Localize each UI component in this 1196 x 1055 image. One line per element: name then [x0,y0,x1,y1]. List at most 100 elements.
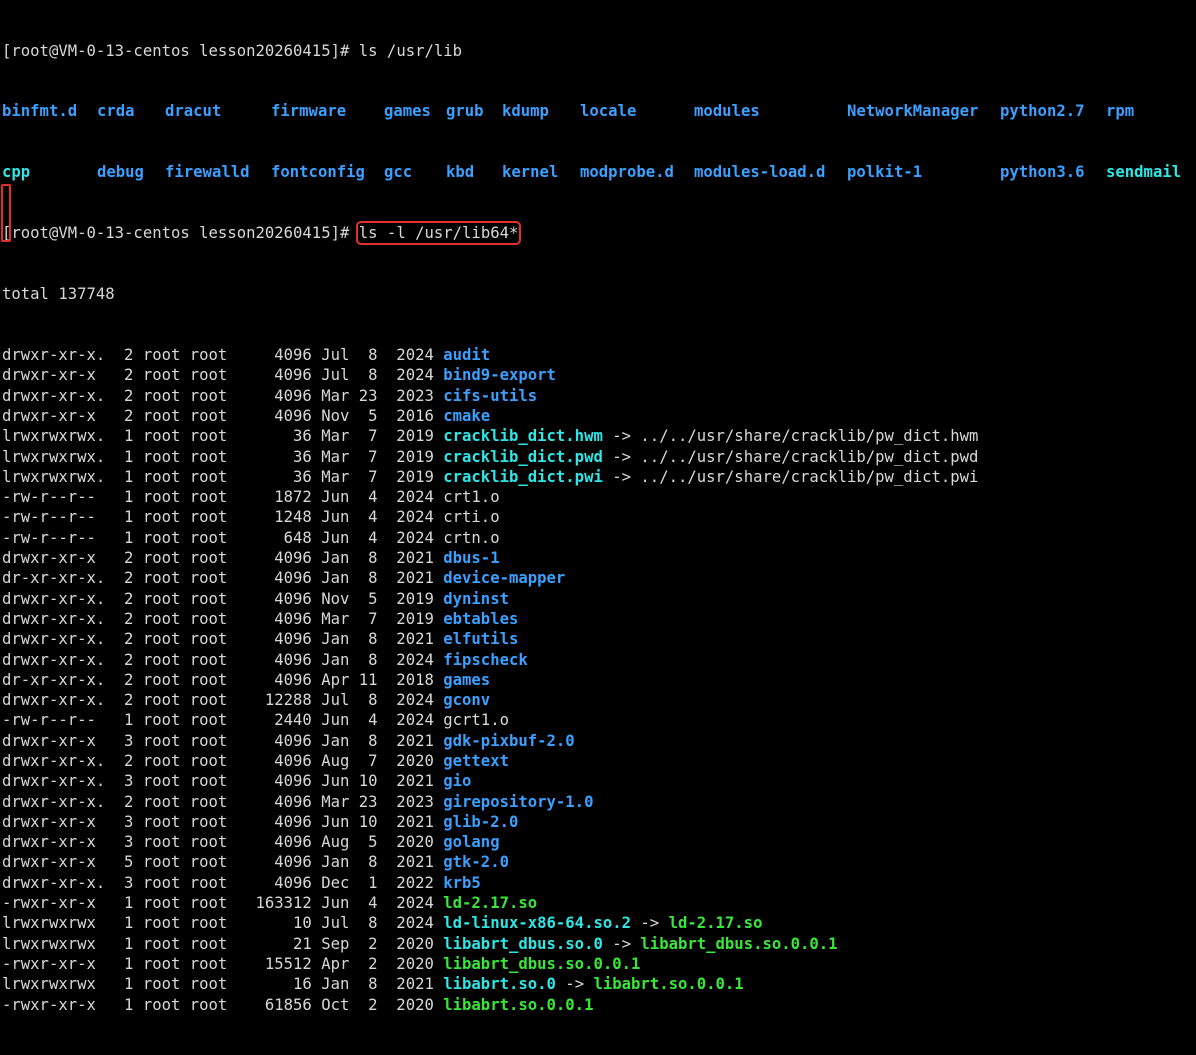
file-metadata: drwxr-xr-x. 2 root root 12288 Jul 8 2024 [2,691,444,710]
file-name: crti.o [443,508,500,527]
file-name: libabrt_dbus.so.0.0.1 [443,954,641,973]
file-metadata: drwxr-xr-x 2 root root 4096 Nov 5 2016 [2,406,444,425]
file-metadata: -rw-r--r-- 1 root root 648 Jun 4 2024 [2,528,444,547]
ls-entry: firewalld [165,163,250,182]
symlink-type-highlight [1,184,11,242]
symlink-target: ld-2.17.so [668,914,763,933]
ls-entry: games [384,102,431,121]
file-metadata: lrwxrwxrwx 1 root root 16 Jan 8 2021 [2,975,444,994]
listing-row: drwxr-xr-x. 2 root root 4096 Jul 8 2024 … [2,345,1196,365]
file-metadata: lrwxrwxrwx. 1 root root 36 Mar 7 2019 [2,467,444,486]
file-name: device-mapper [443,569,566,588]
prompt-line-1: [root@VM-0-13-centos lesson20260415]# ls… [2,41,1196,61]
shell-prompt: [root@VM-0-13-centos lesson20260415]# [2,41,359,60]
ls-entry: cpp [2,163,31,182]
ls-entry: python2.7 [1000,102,1085,121]
listing-row: drwxr-xr-x 3 root root 4096 Aug 5 2020 g… [2,832,1196,852]
ls-output-row: binfmt.d crda dracut firmware games grub kdump… [2,101,1196,121]
listing-row: drwxr-xr-x. 2 root root 4096 Mar 7 2019 … [2,609,1196,629]
file-metadata: -rwxr-xr-x 1 root root 61856 Oct 2 2020 [2,995,444,1014]
listing-row: -rw-r--r-- 1 root root 2440 Jun 4 2024 g… [2,710,1196,730]
listing-row: -rw-r--r-- 1 root root 1872 Jun 4 2024 c… [2,487,1196,507]
file-name: gcrt1.o [443,711,509,730]
ls-output-row: cpp debug firewalld fontconfig gcc kbd kernel m… [2,162,1196,182]
listing-row: drwxr-xr-x 2 root root 4096 Jan 8 2021 d… [2,548,1196,568]
symlink-arrow: -> [602,447,641,466]
file-name: fipscheck [443,650,528,669]
symlink-arrow: -> [602,427,641,446]
file-name: ld-linux-x86-64.so.2 [443,914,632,933]
prompt-line-2: [root@VM-0-13-centos lesson20260415]# ls… [2,221,1196,246]
ls-entry: modules [694,102,760,121]
ls-entry: kernel [502,163,559,182]
file-metadata: drwxr-xr-x. 2 root root 4096 Jan 8 2021 [2,630,444,649]
file-name: golang [443,833,500,852]
file-metadata: lrwxrwxrwx. 1 root root 36 Mar 7 2019 [2,427,444,446]
ls-entry: grub [446,102,484,121]
file-metadata: -rw-r--r-- 1 root root 2440 Jun 4 2024 [2,711,444,730]
file-metadata: dr-xr-xr-x. 2 root root 4096 Apr 11 2018 [2,670,444,689]
file-metadata: -rw-r--r-- 1 root root 1872 Jun 4 2024 [2,488,444,507]
listing-row: drwxr-xr-x. 2 root root 4096 Nov 5 2019 … [2,589,1196,609]
file-name: gconv [443,691,491,710]
file-metadata: drwxr-xr-x 5 root root 4096 Jan 8 2021 [2,853,444,872]
listing-row: lrwxrwxrwx. 1 root root 36 Mar 7 2019 cr… [2,447,1196,467]
highlighted-command: ls -l /usr/lib64* [355,221,522,246]
ls-entry: dracut [165,102,222,121]
ls-entry: modprobe.d [580,163,674,182]
listing-row: drwxr-xr-x. 3 root root 4096 Jun 10 2021… [2,771,1196,791]
file-metadata: dr-xr-xr-x. 2 root root 4096 Jan 8 2021 [2,569,444,588]
file-metadata: drwxr-xr-x. 2 root root 4096 Mar 7 2019 [2,609,444,628]
total-line: total 137748 [2,285,115,304]
listing-row: lrwxrwxrwx. 1 root root 36 Mar 7 2019 cr… [2,467,1196,487]
ls-entry: fontconfig [271,163,365,182]
file-metadata: drwxr-xr-x. 2 root root 4096 Jan 8 2024 [2,650,444,669]
listing-row: drwxr-xr-x 2 root root 4096 Jul 8 2024 b… [2,365,1196,385]
file-metadata: drwxr-xr-x. 2 root root 4096 Aug 7 2020 [2,751,444,770]
file-name: glib-2.0 [443,812,519,831]
file-metadata: drwxr-xr-x. 2 root root 4096 Mar 23 2023 [2,792,444,811]
ls-entry: rpm [1106,102,1135,121]
listing-row: drwxr-xr-x. 2 root root 4096 Mar 23 2023… [2,792,1196,812]
file-name: gdk-pixbuf-2.0 [443,731,575,750]
ls-entry: crda [97,102,135,121]
ls-entry: modules-load.d [694,163,826,182]
ls-entry: sendmail [1106,163,1182,182]
listing-row: drwxr-xr-x. 2 root root 4096 Aug 7 2020 … [2,751,1196,771]
symlink-target: ../../usr/share/cracklib/pw_dict.pwi [640,467,979,486]
ls-entry: NetworkManager [847,102,979,121]
listing-row: dr-xr-xr-x. 2 root root 4096 Apr 11 2018… [2,670,1196,690]
symlink-target: libabrt_dbus.so.0.0.1 [640,934,838,953]
file-name: bind9-export [443,366,556,385]
symlink-arrow: -> [631,914,669,933]
file-name: libabrt.so.0 [443,975,556,994]
file-metadata: -rwxr-xr-x 1 root root 163312 Jun 4 2024 [2,894,444,913]
file-metadata: drwxr-xr-x 3 root root 4096 Jun 10 2021 [2,812,444,831]
file-metadata: drwxr-xr-x. 2 root root 4096 Nov 5 2019 [2,589,444,608]
ls-entry: binfmt.d [2,102,78,121]
file-name: libabrt.so.0.0.1 [443,995,594,1014]
file-metadata: drwxr-xr-x. 2 root root 4096 Mar 23 2023 [2,386,444,405]
listing-row: drwxr-xr-x 5 root root 4096 Jan 8 2021 g… [2,852,1196,872]
file-name: dyninst [443,589,509,608]
long-listing: drwxr-xr-x. 2 root root 4096 Jul 8 2024 … [2,345,1196,1015]
listing-row: -rwxr-xr-x 1 root root 163312 Jun 4 2024… [2,893,1196,913]
ls-entry: polkit-1 [847,163,923,182]
file-metadata: drwxr-xr-x 3 root root 4096 Aug 5 2020 [2,833,444,852]
symlink-target: ../../usr/share/cracklib/pw_dict.pwd [640,447,979,466]
file-name: games [443,670,491,689]
listing-row: -rw-r--r-- 1 root root 1248 Jun 4 2024 c… [2,507,1196,527]
file-metadata: -rw-r--r-- 1 root root 1248 Jun 4 2024 [2,508,444,527]
listing-row: drwxr-xr-x. 2 root root 12288 Jul 8 2024… [2,690,1196,710]
listing-row: drwxr-xr-x. 3 root root 4096 Dec 1 2022 … [2,873,1196,893]
file-name: gio [443,772,472,791]
symlink-arrow: -> [555,975,594,994]
symlink-arrow: -> [602,934,641,953]
file-metadata: drwxr-xr-x 2 root root 4096 Jan 8 2021 [2,549,444,568]
file-name: libabrt_dbus.so.0 [443,934,603,953]
listing-row: -rwxr-xr-x 1 root root 15512 Apr 2 2020 … [2,954,1196,974]
listing-row: lrwxrwxrwx 1 root root 21 Sep 2 2020 lib… [2,934,1196,954]
file-name: crtn.o [443,528,500,547]
file-name: cracklib_dict.hwm [443,427,603,446]
terminal-window[interactable]: [root@VM-0-13-centos lesson20260415]# ls… [0,0,1196,1014]
